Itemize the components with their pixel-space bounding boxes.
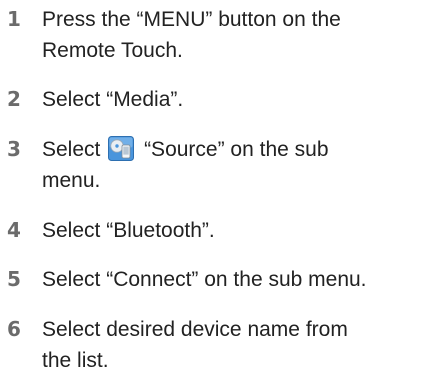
instruction-list: 1 Press the “MENU” button on the Remote … [0, 0, 421, 385]
step-number: 5 [7, 267, 21, 291]
step-text-line: Select “Connect” on the sub menu. [42, 268, 367, 291]
step-text-post-icon: “Source” on the sub [144, 138, 329, 161]
step-number: 1 [7, 7, 21, 31]
step-text: Select “Connect” on the sub menu. [42, 264, 414, 295]
step-text-line: Remote Touch. [42, 39, 183, 62]
step-text: Select “Bluetooth”. [42, 215, 414, 246]
step-text-line: Select desired device name from [42, 318, 348, 341]
step-text-line: Select “Bluetooth”. [42, 219, 215, 242]
step-number: 3 [7, 137, 21, 161]
step-number: 2 [7, 87, 21, 111]
step-text: Select “Media”. [42, 84, 414, 115]
step-text-line: Select “Media”. [42, 88, 184, 111]
step-text: Select desired device name from the list… [42, 314, 414, 376]
step-text-line: the list. [42, 349, 109, 372]
step-text: Press the “MENU” button on the Remote To… [42, 4, 414, 66]
source-media-icon [108, 136, 135, 161]
step-number: 6 [7, 317, 21, 341]
step-text-line: Press the “MENU” button on the [42, 8, 341, 31]
step-text-line: Select “Source” on the sub [42, 134, 414, 165]
step-text: Select “Source” on the sub menu. [42, 134, 414, 196]
step-number: 4 [7, 218, 21, 242]
step-text-line: menu. [42, 169, 101, 192]
step-text-pre-icon: Select [42, 138, 101, 161]
